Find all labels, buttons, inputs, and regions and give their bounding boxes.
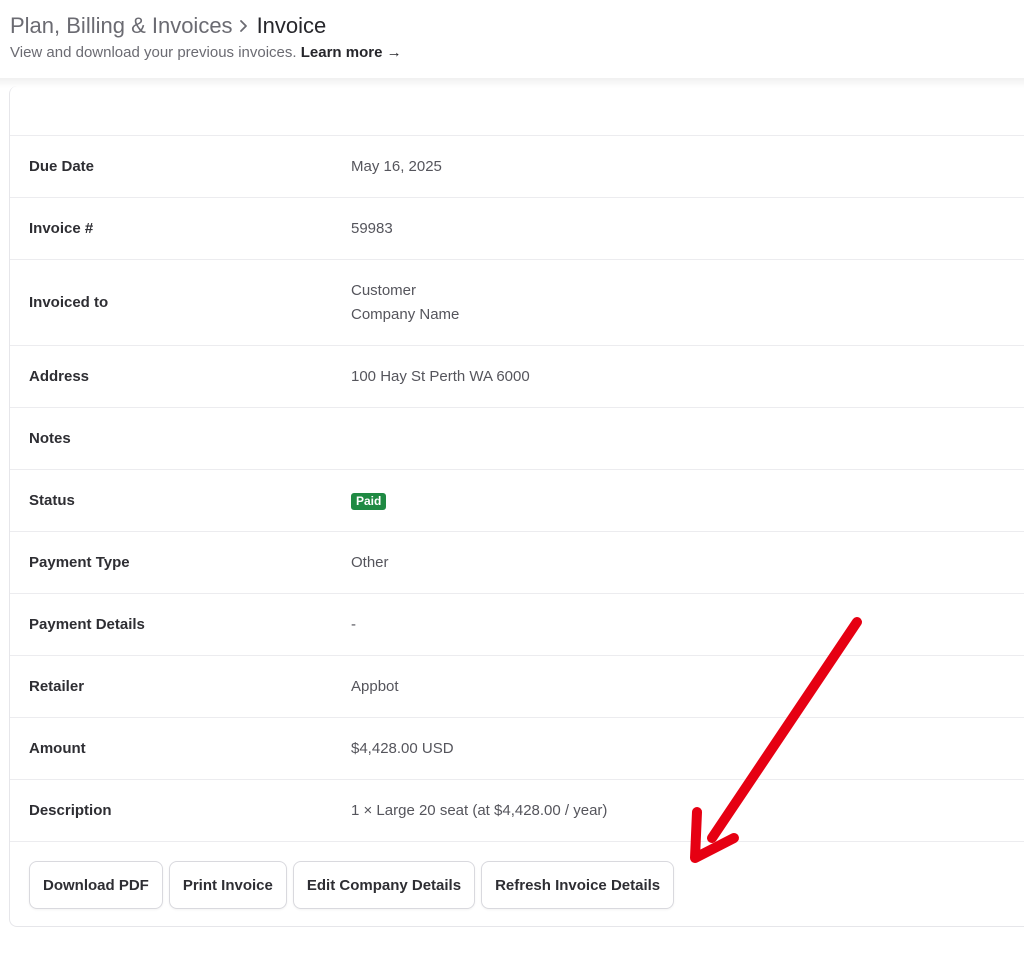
table-row: Payment Type Other [10,531,1024,594]
row-label: Retailer [29,678,85,695]
table-row: Address 100 Hay St Perth WA 6000 [10,345,1024,408]
breadcrumb: Plan, Billing & Invoices Invoice [10,12,402,40]
table-row: Retailer Appbot [10,655,1024,718]
page-title: Invoice [256,13,327,38]
retailer-value: Appbot [351,677,399,695]
due-date-value: May 16, 2025 [351,157,442,175]
row-label: Address [29,368,90,385]
row-label: Due Date [29,158,95,175]
table-row: Invoiced to Customer Company Name [10,259,1024,346]
status-value: Paid [351,470,1024,532]
payment-details-value: - [351,615,356,633]
table-row: Amount $4,428.00 USD [10,717,1024,780]
invoice-page: Plan, Billing & Invoices Invoice View an… [0,0,1024,968]
download-pdf-button[interactable]: Download PDF [29,861,163,909]
status-badge: Paid [351,492,387,510]
subtitle-text: View and download your previous invoices… [10,44,297,61]
print-invoice-button[interactable]: Print Invoice [168,861,287,909]
page-subtitle: View and download your previous invoices… [10,43,402,63]
row-label: Payment Details [29,616,145,633]
row-label: Status [29,492,75,509]
table-row: Description 1 × Large 20 seat (at $4,428… [10,779,1024,842]
payment-type-value: Other [351,553,389,571]
table-row: Notes [10,407,1024,470]
table-row: Due Date May 16, 2025 [10,135,1024,198]
learn-more-link[interactable]: Learn more → [301,44,402,61]
invoice-actions: Download PDF Print Invoice Edit Company … [29,861,675,909]
chevron-right-icon [233,12,257,40]
table-row: Invoice # 59983 [10,197,1024,260]
learn-more-label: Learn more [300,44,383,61]
table-row: Status Paid [10,469,1024,532]
refresh-invoice-details-button[interactable]: Refresh Invoice Details [481,861,675,909]
address-value: 100 Hay St Perth WA 6000 [351,367,530,385]
description-value: 1 × Large 20 seat (at $4,428.00 / year) [351,801,608,819]
customer-line: Customer [351,281,417,299]
table-row: Payment Details - [10,593,1024,656]
invoice-number-value: 59983 [351,219,393,237]
row-label: Payment Type [29,554,130,571]
breadcrumb-parent-link[interactable]: Plan, Billing & Invoices [10,12,233,40]
notes-value [351,408,1024,470]
row-label: Invoiced to [29,294,109,311]
page-header: Plan, Billing & Invoices Invoice View an… [10,12,402,63]
row-label: Invoice # [29,220,94,237]
row-label: Description [29,802,112,820]
divider [10,841,1024,842]
row-label: Notes [29,430,71,447]
amount-value: $4,428.00 USD [351,739,454,757]
invoiced-to-value: Customer Company Name [351,260,1024,346]
company-name-line: Company Name [351,305,460,323]
edit-company-details-button[interactable]: Edit Company Details [292,861,476,909]
arrow-right-icon: → [386,44,402,61]
invoice-details-table: Due Date May 16, 2025 Invoice # 59983 In… [10,135,1024,842]
row-label: Amount [29,740,86,757]
